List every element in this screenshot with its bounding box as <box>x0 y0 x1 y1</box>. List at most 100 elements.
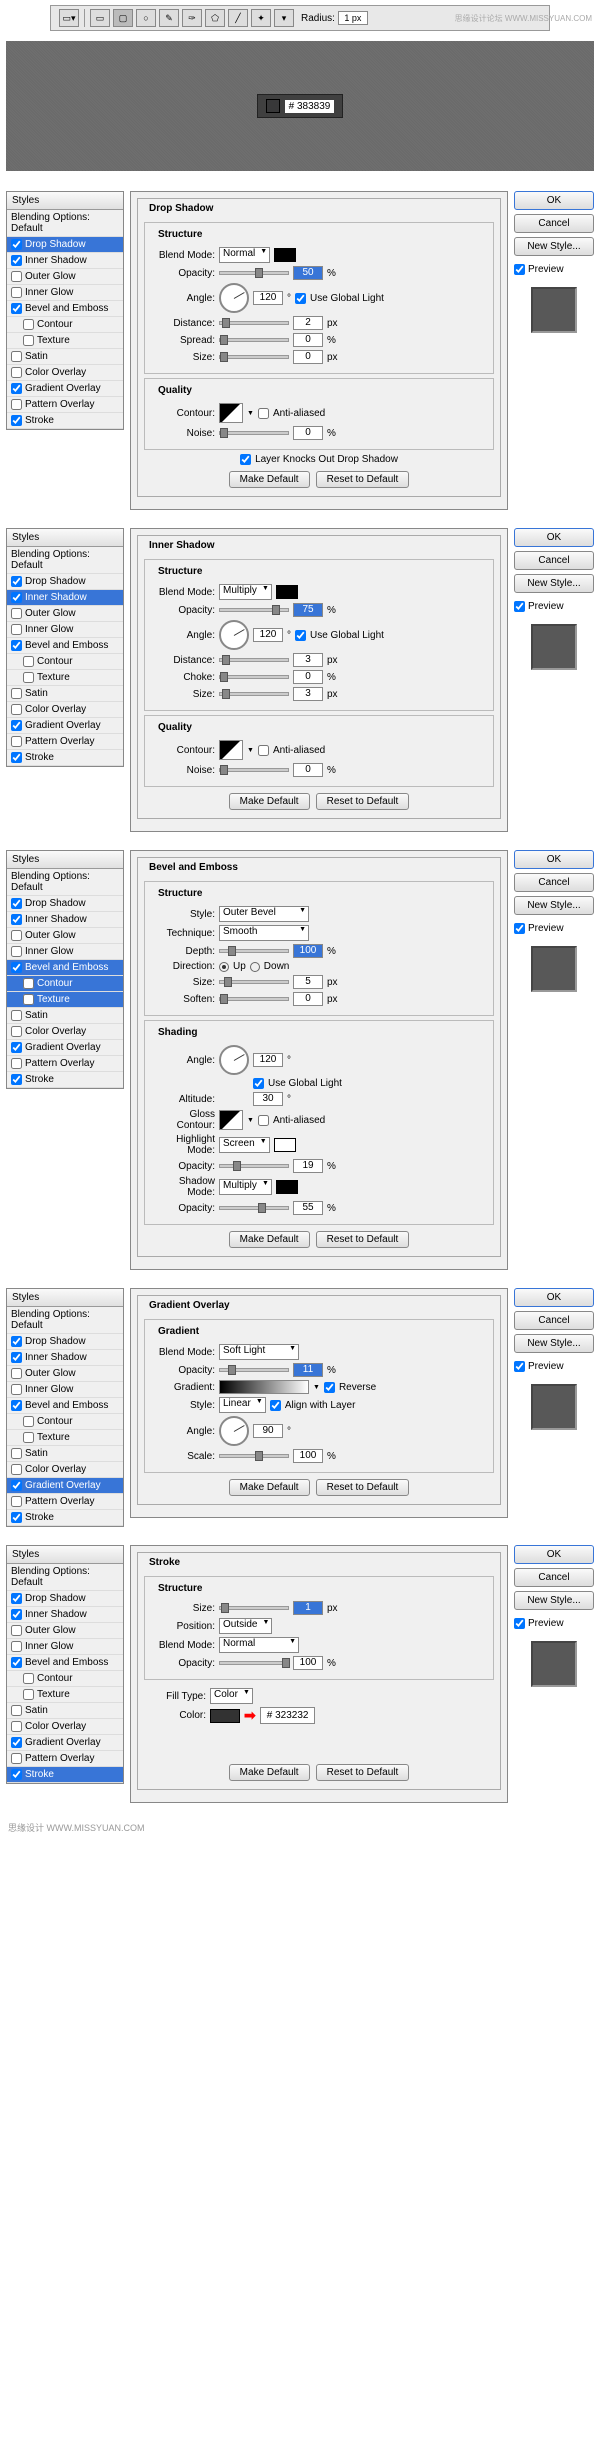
style-inner-glow[interactable]: Inner Glow <box>7 1639 123 1655</box>
hl-opacity-slider[interactable] <box>219 1164 289 1168</box>
size-slider[interactable] <box>219 1606 289 1610</box>
blend-mode-select[interactable]: Normal <box>219 1637 299 1653</box>
style-bevel[interactable]: Bevel and Emboss <box>7 1398 123 1414</box>
cancel-button[interactable]: Cancel <box>514 1568 594 1587</box>
color-swatch[interactable] <box>274 248 296 262</box>
style-inner-glow[interactable]: Inner Glow <box>7 285 123 301</box>
style-drop-shadow[interactable]: Drop Shadow <box>7 896 123 912</box>
pen-tool[interactable]: ✎ <box>159 9 179 27</box>
reset-default-button[interactable]: Reset to Default <box>316 1479 410 1496</box>
style-outer-glow[interactable]: Outer Glow <box>7 1623 123 1639</box>
style-stroke[interactable]: Stroke <box>7 1072 123 1088</box>
shape-dropdown[interactable]: ▭▾ <box>59 9 79 27</box>
tool-options[interactable]: ▾ <box>274 9 294 27</box>
style-satin[interactable]: Satin <box>7 686 123 702</box>
opacity-slider[interactable] <box>219 271 289 275</box>
style-contour[interactable]: Contour <box>7 317 123 333</box>
style-color-overlay[interactable]: Color Overlay <box>7 1719 123 1735</box>
style-inner-shadow[interactable]: Inner Shadow <box>7 253 123 269</box>
style-outer-glow[interactable]: Outer Glow <box>7 269 123 285</box>
style-gradient-overlay[interactable]: Gradient Overlay <box>7 718 123 734</box>
preview-checkbox[interactable] <box>514 1361 525 1372</box>
depth-slider[interactable] <box>219 949 289 953</box>
direction-up-radio[interactable] <box>219 962 229 972</box>
spread-slider[interactable] <box>219 338 289 342</box>
ok-button[interactable]: OK <box>514 191 594 210</box>
layer-knocks-checkbox[interactable] <box>240 454 251 465</box>
style-drop-shadow[interactable]: Drop Shadow <box>7 574 123 590</box>
opacity-slider[interactable] <box>219 1368 289 1372</box>
noise-slider[interactable] <box>219 431 289 435</box>
style-texture[interactable]: Texture <box>7 1430 123 1446</box>
freeform-tool[interactable]: ✑ <box>182 9 202 27</box>
size-slider[interactable] <box>219 980 289 984</box>
style-bevel[interactable]: Bevel and Emboss <box>7 638 123 654</box>
gradient-style-select[interactable]: Linear <box>219 1397 266 1413</box>
style-contour[interactable]: Contour <box>7 1414 123 1430</box>
fill-type-select[interactable]: Color <box>210 1688 253 1704</box>
stroke-color-swatch[interactable] <box>210 1709 240 1723</box>
shadow-color-swatch[interactable] <box>276 1180 298 1194</box>
position-select[interactable]: Outside <box>219 1618 272 1634</box>
style-satin[interactable]: Satin <box>7 1703 123 1719</box>
cancel-button[interactable]: Cancel <box>514 214 594 233</box>
new-style-button[interactable]: New Style... <box>514 1334 594 1353</box>
style-inner-glow[interactable]: Inner Glow <box>7 1382 123 1398</box>
style-gradient-overlay[interactable]: Gradient Overlay <box>7 1735 123 1751</box>
style-outer-glow[interactable]: Outer Glow <box>7 1366 123 1382</box>
style-contour[interactable]: Contour <box>7 976 123 992</box>
style-color-overlay[interactable]: Color Overlay <box>7 1462 123 1478</box>
angle-dial[interactable] <box>219 1045 249 1075</box>
blending-options[interactable]: Blending Options: Default <box>7 1307 123 1334</box>
reset-default-button[interactable]: Reset to Default <box>316 1231 410 1248</box>
distance-slider[interactable] <box>219 658 289 662</box>
style-satin[interactable]: Satin <box>7 1446 123 1462</box>
style-bevel[interactable]: Bevel and Emboss <box>7 960 123 976</box>
reset-default-button[interactable]: Reset to Default <box>316 471 410 488</box>
radius-input[interactable] <box>338 11 368 25</box>
gloss-contour-picker[interactable] <box>219 1110 243 1130</box>
rect-tool[interactable]: ▭ <box>90 9 110 27</box>
choke-slider[interactable] <box>219 675 289 679</box>
blending-options[interactable]: Blending Options: Default <box>7 210 123 237</box>
style-drop-shadow[interactable]: Drop Shadow <box>7 1334 123 1350</box>
scale-slider[interactable] <box>219 1454 289 1458</box>
preview-checkbox[interactable] <box>514 1618 525 1629</box>
make-default-button[interactable]: Make Default <box>229 1764 310 1781</box>
style-pattern-overlay[interactable]: Pattern Overlay <box>7 1494 123 1510</box>
reset-default-button[interactable]: Reset to Default <box>316 1764 410 1781</box>
ellipse-tool[interactable]: ○ <box>136 9 156 27</box>
blending-options[interactable]: Blending Options: Default <box>7 1564 123 1591</box>
ok-button[interactable]: OK <box>514 1545 594 1564</box>
shadow-mode-select[interactable]: Multiply <box>219 1179 272 1195</box>
opacity-input[interactable]: 50 <box>293 266 323 280</box>
blend-mode-select[interactable]: Soft Light <box>219 1344 299 1360</box>
checkbox-icon[interactable] <box>11 239 22 250</box>
style-texture[interactable]: Texture <box>7 1687 123 1703</box>
ok-button[interactable]: OK <box>514 1288 594 1307</box>
soften-slider[interactable] <box>219 997 289 1001</box>
new-style-button[interactable]: New Style... <box>514 1591 594 1610</box>
new-style-button[interactable]: New Style... <box>514 574 594 593</box>
size-slider[interactable] <box>219 355 289 359</box>
style-inner-shadow[interactable]: Inner Shadow <box>7 1350 123 1366</box>
style-outer-glow[interactable]: Outer Glow <box>7 606 123 622</box>
blend-mode-select[interactable]: Multiply <box>219 584 272 600</box>
antialiased-checkbox[interactable] <box>258 1115 269 1126</box>
style-gradient-overlay[interactable]: Gradient Overlay <box>7 381 123 397</box>
style-inner-shadow[interactable]: Inner Shadow <box>7 1607 123 1623</box>
direction-down-radio[interactable] <box>250 962 260 972</box>
highlight-color-swatch[interactable] <box>274 1138 296 1152</box>
make-default-button[interactable]: Make Default <box>229 1479 310 1496</box>
cancel-button[interactable]: Cancel <box>514 551 594 570</box>
blend-mode-select[interactable]: Normal <box>219 247 270 263</box>
noise-slider[interactable] <box>219 768 289 772</box>
opacity-input[interactable]: 75 <box>293 603 323 617</box>
blending-options[interactable]: Blending Options: Default <box>7 869 123 896</box>
preview-checkbox[interactable] <box>514 601 525 612</box>
style-outer-glow[interactable]: Outer Glow <box>7 928 123 944</box>
bevel-style-select[interactable]: Outer Bevel <box>219 906 309 922</box>
technique-select[interactable]: Smooth <box>219 925 309 941</box>
make-default-button[interactable]: Make Default <box>229 793 310 810</box>
style-pattern-overlay[interactable]: Pattern Overlay <box>7 397 123 413</box>
